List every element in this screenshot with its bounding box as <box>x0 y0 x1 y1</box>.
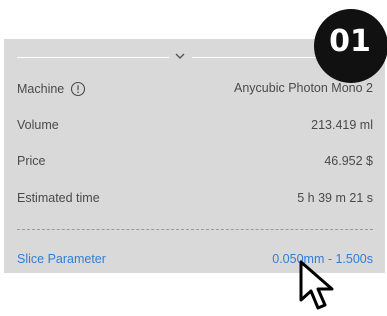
slice-parameter-label[interactable]: Slice Parameter <box>17 252 106 266</box>
price-row: Price 46.952 $ <box>17 152 373 172</box>
estimated-time-label: Estimated time <box>17 191 100 205</box>
machine-value: Anycubic Photon Mono 2 <box>234 81 373 95</box>
machine-label-group: Machine <box>17 81 86 97</box>
price-label: Price <box>17 154 46 168</box>
estimated-time-value: 5 h 39 m 21 s <box>297 191 373 205</box>
machine-label: Machine <box>17 82 65 96</box>
info-icon[interactable] <box>70 81 86 97</box>
price-value: 46.952 $ <box>324 154 373 168</box>
volume-row: Volume 213.419 ml <box>17 116 373 136</box>
volume-value: 213.419 ml <box>311 118 373 132</box>
divider <box>17 57 169 58</box>
machine-row: Machine Anycubic Photon Mono 2 <box>17 79 373 99</box>
chevron-down-icon[interactable] <box>171 49 189 63</box>
step-badge-number: 01 <box>329 24 371 59</box>
dashed-divider <box>17 229 373 230</box>
estimated-time-row: Estimated time 5 h 39 m 21 s <box>17 189 373 209</box>
arrow-cursor-icon <box>299 260 334 310</box>
volume-label: Volume <box>17 118 59 132</box>
